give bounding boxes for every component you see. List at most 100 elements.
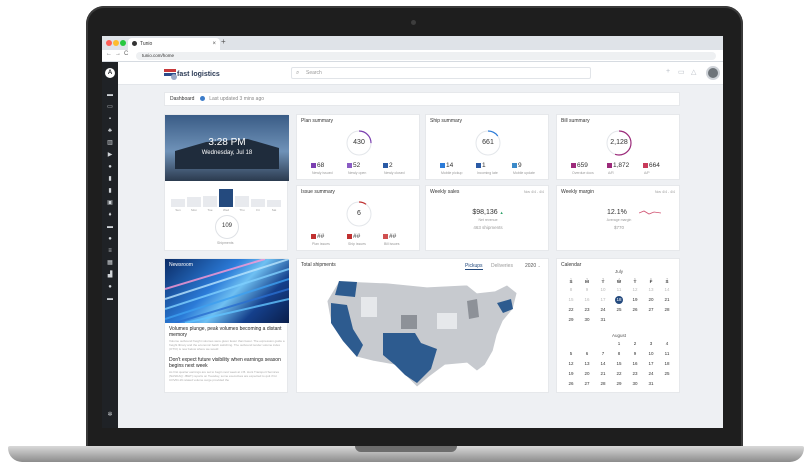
calendar-day[interactable]: 28 (595, 381, 611, 386)
calendar-day[interactable]: 19 (563, 371, 579, 376)
calendar-day[interactable]: 5 (627, 277, 643, 282)
tab-deliveries[interactable]: Deliveries (491, 263, 513, 269)
calendar-day[interactable]: 12 (627, 287, 643, 292)
calendar-day[interactable]: 6 (643, 277, 659, 282)
calendar-day[interactable]: 23 (579, 307, 595, 312)
calendar-icon[interactable]: ▦ (107, 260, 113, 266)
info-icon[interactable]: ● (107, 284, 113, 290)
calendar-day[interactable]: 27 (579, 381, 595, 386)
tab-pickups[interactable]: Pickups (465, 263, 483, 270)
dashboard-icon[interactable]: ▬ (107, 92, 113, 98)
calendar-day[interactable]: 14 (659, 287, 675, 292)
calendar-day[interactable]: 24 (643, 371, 659, 376)
weekly-sales-card[interactable]: Weekly sales Nov 4/4 - 4/4 $98,136 ▲ Net… (425, 185, 549, 251)
week-bar-6[interactable] (267, 199, 281, 207)
calendar-day[interactable]: 29 (563, 317, 579, 322)
calendar-day[interactable]: 25 (659, 371, 675, 376)
calendar-day[interactable]: 30 (579, 317, 595, 322)
calendar-day[interactable]: 15 (611, 361, 627, 366)
calendar-day[interactable]: 22 (611, 371, 627, 376)
url-field[interactable]: tunio.com/home (136, 52, 716, 60)
calendar-day[interactable]: 7 (659, 277, 675, 282)
calendar-day[interactable]: 22 (563, 307, 579, 312)
close-tab-icon[interactable]: × (212, 38, 216, 50)
calendar-day[interactable]: 20 (643, 297, 659, 302)
news-headline-2[interactable]: Don't expect future visibility when earn… (169, 357, 285, 369)
week-bar-0[interactable] (171, 198, 185, 207)
close-window-icon[interactable] (106, 40, 112, 46)
back-icon[interactable]: ← (106, 51, 112, 57)
briefcase-icon[interactable]: ▪ (107, 116, 113, 122)
calendar-day[interactable]: 9 (579, 287, 595, 292)
browser-tab[interactable]: Tunio × (128, 38, 220, 50)
calendar-day[interactable]: 10 (595, 287, 611, 292)
account-avatar[interactable]: A (105, 68, 115, 78)
week-bar-1[interactable] (187, 197, 201, 207)
calendar-day[interactable]: 8 (563, 287, 579, 292)
document-icon[interactable]: ▮ (107, 176, 113, 182)
calendar-day[interactable]: 4 (611, 277, 627, 282)
calendar-day[interactable]: 21 (595, 371, 611, 376)
chat-icon[interactable]: ▭ (678, 68, 685, 76)
org-icon[interactable]: ♣ (107, 128, 113, 134)
week-bar-4[interactable] (235, 196, 249, 207)
calendar-day[interactable]: 26 (563, 381, 579, 386)
calendar-day[interactable]: 17 (595, 297, 611, 302)
calendar-day[interactable]: 28 (659, 307, 675, 312)
weekly-margin-card[interactable]: Weekly margin Nov 4/4 - 4/4 12.1% Averag… (556, 185, 680, 251)
ship-summary-card[interactable]: Ship summary 661 14 Mobile pickup 1 Incoming … (425, 114, 549, 180)
plan-summary-card[interactable]: Plan summary 430 68 Newly issued 52 Newly ope… (296, 114, 420, 180)
calendar-day[interactable]: 12 (563, 361, 579, 366)
inbox-icon[interactable]: ▭ (107, 104, 113, 110)
calendar-day[interactable]: 16 (627, 361, 643, 366)
calendar-day[interactable]: 26 (627, 307, 643, 312)
calendar-day[interactable]: 27 (643, 307, 659, 312)
calendar-day[interactable]: 6 (579, 351, 595, 356)
user-avatar[interactable] (706, 66, 720, 80)
search-input[interactable]: ⌕ Search (291, 67, 591, 79)
calendar-day[interactable]: 10 (643, 351, 659, 356)
card-icon[interactable]: ▬ (107, 296, 113, 302)
brand-logo[interactable]: fast logistics (164, 67, 224, 81)
chart-icon[interactable]: ▟ (107, 272, 113, 278)
calendar-day[interactable]: 24 (595, 307, 611, 312)
calendar-day[interactable]: 3 (643, 341, 659, 346)
location-icon[interactable]: ♦ (107, 212, 113, 218)
bell-icon[interactable]: △ (691, 68, 696, 76)
calendar-day[interactable]: 29 (611, 381, 627, 386)
globe-icon[interactable]: ● (107, 164, 113, 170)
minimize-window-icon[interactable] (113, 40, 119, 46)
week-bar-5[interactable] (251, 198, 265, 207)
new-tab-icon[interactable]: + (221, 37, 226, 46)
issue-summary-card[interactable]: Issue summary 6 ## Plan issues ## Ship issues… (296, 185, 420, 251)
settings-gear-icon[interactable]: ✲ (107, 412, 113, 418)
calendar-day[interactable]: 20 (579, 371, 595, 376)
forward-icon[interactable]: → (115, 51, 121, 57)
year-select[interactable]: 2020 ⌄ (525, 263, 541, 269)
calendar-day[interactable]: 16 (579, 297, 595, 302)
calendar-day[interactable]: 2 (579, 277, 595, 282)
calendar-day[interactable]: 5 (563, 351, 579, 356)
barcode-icon[interactable]: ▥ (107, 140, 113, 146)
week-bar-3[interactable] (219, 189, 233, 207)
calendar-day[interactable]: 13 (643, 287, 659, 292)
truck-icon[interactable]: ▶ (107, 152, 113, 158)
file-icon[interactable]: ▮ (107, 188, 113, 194)
calendar-day[interactable]: 18 (611, 297, 627, 302)
calendar-day[interactable]: 31 (595, 317, 611, 322)
reload-icon[interactable]: C (124, 51, 128, 57)
maximize-window-icon[interactable] (120, 40, 126, 46)
calendar-day[interactable]: 17 (643, 361, 659, 366)
calendar-day[interactable]: 25 (611, 307, 627, 312)
calendar-day[interactable]: 15 (563, 297, 579, 302)
calendar-day[interactable]: 3 (595, 277, 611, 282)
check-icon[interactable]: ● (107, 236, 113, 242)
calendar-day[interactable]: 18 (659, 361, 675, 366)
news-headline-1[interactable]: Volumes plunge, peak volumes becoming a … (169, 326, 285, 338)
calendar-day[interactable]: 1 (563, 277, 579, 282)
calendar-day[interactable]: 30 (627, 381, 643, 386)
calendar-day[interactable]: 19 (627, 297, 643, 302)
calendar-day[interactable]: 31 (643, 381, 659, 386)
calendar-day[interactable]: 21 (659, 297, 675, 302)
calendar-day[interactable]: 8 (611, 351, 627, 356)
